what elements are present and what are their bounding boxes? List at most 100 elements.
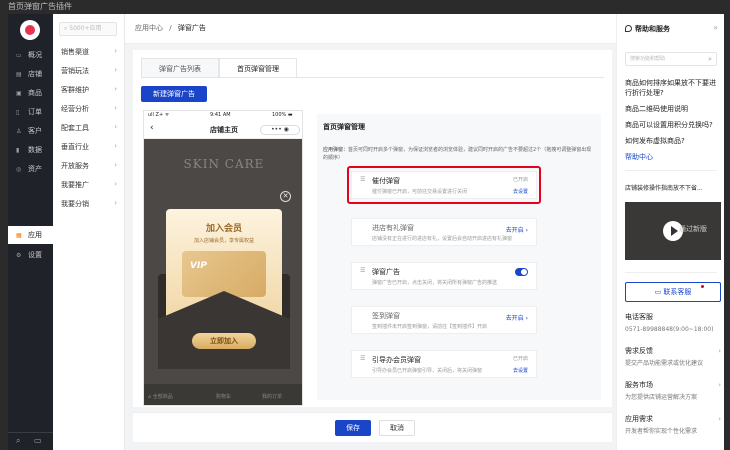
chevron-right-icon: › — [718, 381, 721, 389]
phone-tab-cart: 购物车 — [216, 394, 232, 400]
banner-skin-care-text: SKIN CARE — [183, 157, 265, 171]
divider — [625, 272, 717, 273]
store-icon: ▤ — [16, 71, 22, 78]
chevron-right-icon: › — [114, 66, 117, 74]
feedback-link[interactable]: 需求反馈 › — [625, 346, 721, 356]
submenu-label: 经营分析 — [61, 105, 89, 113]
submenu-item-analysis[interactable]: 经营分析 › — [61, 104, 119, 114]
chevron-right-icon: › — [114, 85, 117, 93]
submenu-item-tools[interactable]: 配套工具 › — [61, 123, 119, 133]
submenu-item-distribution[interactable]: 我要分销 › — [61, 199, 119, 209]
breadcrumb-parent[interactable]: 应用中心 — [135, 24, 163, 32]
tutorial-video-thumbnail[interactable]: 通过新版 — [625, 202, 721, 260]
chevron-right-icon: › — [114, 104, 117, 112]
submenu-label: 营销玩法 — [61, 67, 89, 75]
card-enable-link[interactable]: 去开启 › — [506, 313, 528, 322]
card-desc: 引导办会员已开启弹窗引导，关闭后，将关闭弹窗 — [372, 368, 483, 374]
drag-handle-icon[interactable]: ☰ — [360, 355, 365, 362]
service-market-link[interactable]: 服务市场 › — [625, 380, 721, 390]
chevron-right-icon: › — [114, 180, 117, 188]
chevron-right-icon: › — [114, 199, 117, 207]
rail-item-customer[interactable]: ♙ 客户 — [8, 122, 53, 140]
popup-ad-toggle[interactable] — [515, 268, 528, 276]
rail-item-overview[interactable]: ▭ 概况 — [8, 46, 53, 64]
popup-card-checkin[interactable]: 签到弹窗 签到插件未开启签到弹窗，请前往【签到插件】开启 去开启 › — [351, 306, 537, 334]
popup-card-store-gift[interactable]: 进店有礼弹窗 店铺没有正在进行的进店有礼，设置后会自动开启进店有礼弹窗 去开启 … — [351, 218, 537, 246]
submenu-item-open-service[interactable]: 开放服务 › — [61, 161, 119, 171]
faq-link[interactable]: 商品二维码使用说明 — [625, 104, 721, 114]
submenu-item-marketing[interactable]: 营销玩法 › — [61, 66, 119, 76]
card-enable-link[interactable]: 去开启 › — [506, 225, 528, 234]
popup-card-membership-guide[interactable]: ☰ 引导办会员弹窗 引导办会员已开启弹窗引导，关闭后，将关闭弹窗 已开启 去设置 — [351, 350, 537, 378]
chevron-right-icon: › — [114, 161, 117, 169]
phone-tab-all-products: ⌂ 全部商品 — [148, 394, 173, 400]
submenu-item-promote[interactable]: 我要推广 › — [61, 180, 119, 190]
faq-link[interactable]: 如何发布虚拟商品? — [625, 136, 721, 146]
rail-item-asset[interactable]: ◎ 资产 — [8, 160, 53, 178]
rail-item-label: 订单 — [28, 108, 42, 116]
submenu-label: 垂直行业 — [61, 143, 89, 151]
collapse-panel-icon[interactable]: » — [713, 23, 718, 32]
video-title[interactable]: 店铺装修操作指南放不下省... — [625, 184, 721, 194]
rail-item-settings[interactable]: ⚙ 设置 — [8, 246, 53, 264]
chevron-right-icon: › — [718, 347, 721, 355]
breadcrumb: 应用中心 / 弹窗广告 — [135, 23, 206, 33]
help-center-link[interactable]: 帮助中心 — [625, 152, 721, 162]
window-title: 首页弹窗广告插件 — [0, 0, 730, 14]
membership-title: 加入会员 — [205, 224, 242, 234]
cancel-button[interactable]: 取消 — [379, 420, 415, 436]
miniapp-capsule: ••• ◉ — [260, 125, 300, 135]
data-icon: ▮ — [16, 147, 20, 154]
drag-handle-icon[interactable]: ☰ — [360, 267, 365, 274]
app-search-input[interactable]: ⌕ 5000+应用 — [59, 22, 117, 36]
config-desc-text: 首页可同时开启多个弹窗，为保证浏览者的浏览体验，建议同时开启的广告不要超过2个（… — [323, 147, 592, 161]
chat-icon[interactable]: ▭ — [34, 436, 42, 445]
rail-item-label: 应用 — [28, 231, 42, 239]
submenu-item-sales-channel[interactable]: 销售渠道 › — [61, 47, 119, 57]
help-panel: 帮助和服务 » 搜索功能和帮助 ⌕ 商品如何排序如果放不下要进行折行处理? 商品二… — [616, 14, 724, 450]
chevron-right-icon: › — [718, 415, 721, 423]
help-search-input[interactable]: 搜索功能和帮助 ⌕ — [625, 52, 717, 66]
save-button[interactable]: 保存 — [335, 420, 371, 436]
submenu-label: 我要分销 — [61, 200, 89, 208]
contact-support-button[interactable]: ▭ 联系客服 — [625, 282, 721, 302]
submenu-label: 配套工具 — [61, 124, 89, 132]
submenu-label: 开放服务 — [61, 162, 89, 170]
config-desc-label: 应用弹窗： — [323, 147, 349, 153]
new-popup-ad-button[interactable]: 新建弹窗广告 — [141, 86, 207, 102]
breadcrumb-current: 弹窗广告 — [177, 24, 206, 32]
submenu-item-customer-care[interactable]: 客群维护 › — [61, 85, 119, 95]
card-name: 进店有礼弹窗 — [372, 224, 414, 232]
card-name: 签到弹窗 — [372, 312, 400, 320]
app-needs-link[interactable]: 应用需求 › — [625, 414, 721, 424]
close-icon: ✕ — [280, 191, 291, 202]
phone-tab-bar: ⌂ 全部商品 购物车 我的订单 — [144, 384, 302, 405]
card-name: 引导办会员弹窗 — [372, 356, 421, 364]
join-now-button: 立即加入 — [192, 333, 256, 349]
faq-link[interactable]: 商品可以设置用积分兑换吗? — [625, 120, 721, 130]
vip-label: VIP — [190, 261, 207, 271]
rail-item-data[interactable]: ▮ 数据 — [8, 141, 53, 159]
submenu-item-vertical[interactable]: 垂直行业 › — [61, 142, 119, 152]
search-icon[interactable]: ⌕ — [16, 436, 20, 446]
rail-item-apps[interactable]: ▦ 应用 — [8, 226, 53, 244]
chevron-right-icon: › — [114, 123, 117, 131]
settings-icon: ⚙ — [16, 252, 22, 259]
tab-home-popup-manage[interactable]: 首页弹窗管理 — [219, 58, 297, 78]
rail-item-store[interactable]: ▤ 店铺 — [8, 65, 53, 83]
overview-icon: ▭ — [16, 52, 22, 59]
brand-logo[interactable] — [20, 20, 40, 40]
membership-subtitle: 加入店铺会员，享专属权益 — [193, 238, 254, 244]
rail-item-order[interactable]: ▯ 订单 — [8, 103, 53, 121]
phone-tab-orders: 我的订单 — [262, 394, 283, 400]
phone-time: 9:41 AM — [210, 112, 231, 118]
faq-link[interactable]: 商品如何排序如果放不下要进行折行处理? — [625, 78, 721, 98]
phone-nav-bar: ‹ 店铺主页 ••• ◉ — [144, 121, 302, 139]
card-desc: 弹窗广告已开启，点击关闭，将关闭所有弹窗广告的推送 — [372, 280, 498, 286]
rail-item-product[interactable]: ▣ 商品 — [8, 84, 53, 102]
tab-popup-list[interactable]: 弹窗广告列表 — [141, 58, 219, 78]
popup-card-popup-ad[interactable]: ☰ 弹窗广告 弹窗广告已开启，点击关闭，将关闭所有弹窗广告的推送 — [351, 262, 537, 290]
card-settings-link[interactable]: 去设置 — [513, 367, 528, 374]
popup-config-panel: 首页弹窗管理 应用弹窗：首页可同时开启多个弹窗，为保证浏览者的浏览体验，建议同时… — [317, 114, 601, 400]
card-desc: 店铺没有正在进行的进店有礼，设置后会自动开启进店有礼弹窗 — [372, 236, 513, 242]
